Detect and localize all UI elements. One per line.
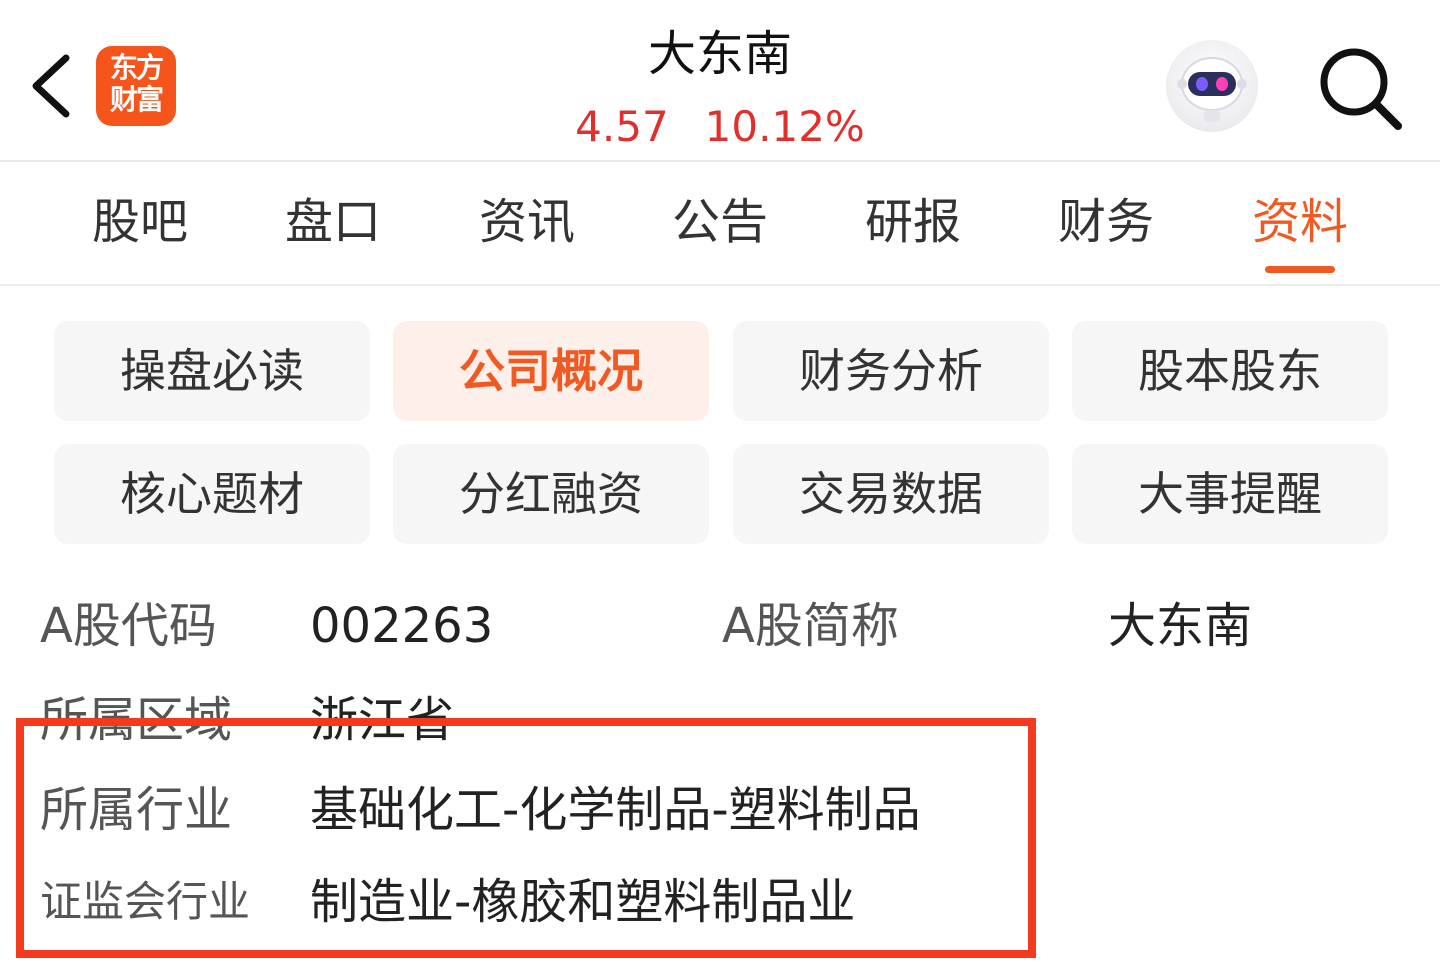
subnav-trading-data[interactable]: 交易数据 xyxy=(733,444,1049,544)
stock-change-pct: 10.12% xyxy=(704,102,865,151)
top-header: 东方 财富 大东南 4.57 10.12% xyxy=(0,0,1440,162)
csrc-industry-value: 制造业-橡胶和塑料制品业 xyxy=(310,874,856,930)
a-share-name-label: A股简称 xyxy=(722,598,899,654)
tab-profile[interactable]: 资料 xyxy=(1220,192,1380,252)
subnav-must-read[interactable]: 操盘必读 xyxy=(54,321,370,421)
tab-research[interactable]: 研报 xyxy=(833,192,993,252)
tab-announcements[interactable]: 公告 xyxy=(640,192,800,252)
industry-value: 基础化工-化学制品-塑料制品 xyxy=(310,782,921,838)
region-label: 所属区域 xyxy=(40,692,233,748)
stock-price: 4.57 xyxy=(575,102,669,151)
subnav-shareholders[interactable]: 股本股东 xyxy=(1072,321,1388,421)
subnav-event-reminders[interactable]: 大事提醒 xyxy=(1072,444,1388,544)
ai-assistant-robot-icon[interactable] xyxy=(1166,40,1258,132)
tab-guba[interactable]: 股吧 xyxy=(60,192,220,252)
search-icon[interactable] xyxy=(1316,44,1406,134)
a-share-name-value: 大东南 xyxy=(1108,598,1253,654)
region-value: 浙江省 xyxy=(310,692,455,748)
tab-pankou[interactable]: 盘口 xyxy=(253,192,413,252)
subnav-dividends-financing[interactable]: 分红融资 xyxy=(393,444,709,544)
a-share-code-value: 002263 xyxy=(310,598,494,654)
tab-finance[interactable]: 财务 xyxy=(1026,192,1186,252)
active-tab-indicator xyxy=(1265,266,1335,273)
subnav-core-themes[interactable]: 核心题材 xyxy=(54,444,370,544)
subnav-financial-analysis[interactable]: 财务分析 xyxy=(733,321,1049,421)
csrc-industry-label: 证监会行业 xyxy=(40,877,251,926)
tab-news[interactable]: 资讯 xyxy=(447,192,607,252)
a-share-code-label: A股代码 xyxy=(40,598,217,654)
industry-label: 所属行业 xyxy=(40,782,233,838)
main-tab-bar: 股吧 盘口 资讯 公告 研报 财务 资料 xyxy=(0,162,1440,286)
subnav-company-overview[interactable]: 公司概况 xyxy=(393,321,709,421)
